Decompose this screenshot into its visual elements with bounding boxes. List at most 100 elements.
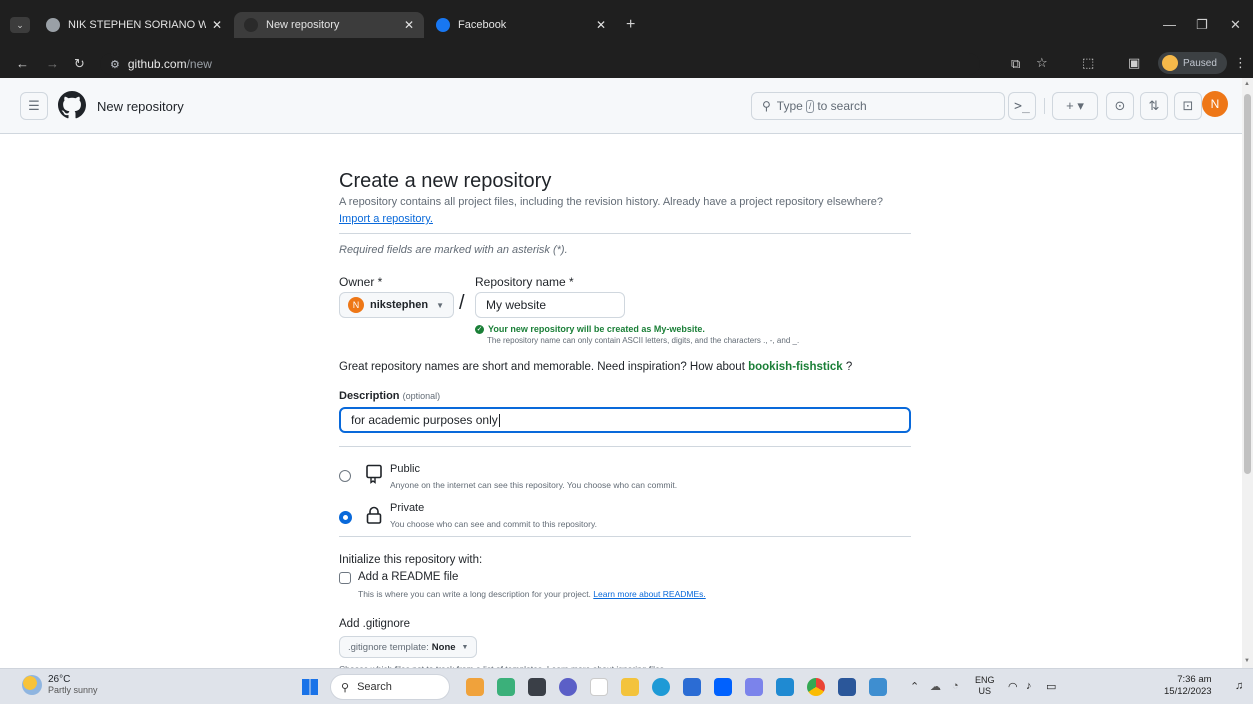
success-message: ✓ Your new repository will be created as… xyxy=(475,324,705,334)
vscode-icon[interactable] xyxy=(776,678,794,696)
search-suffix: to search xyxy=(817,99,867,113)
tab-portfolio[interactable]: NIK STEPHEN SORIANO WEBSI ✕ xyxy=(36,12,232,38)
scroll-down-icon[interactable]: ▼ xyxy=(1244,658,1250,664)
close-window-icon[interactable]: ✕ xyxy=(1230,18,1241,31)
inbox-icon[interactable]: ⊡ xyxy=(1174,92,1202,120)
description-value: for academic purposes only xyxy=(351,413,498,427)
restore-icon[interactable]: ❐ xyxy=(1196,18,1208,31)
back-icon[interactable]: ← xyxy=(16,57,29,70)
chrome-icon[interactable] xyxy=(807,678,825,696)
profile-button[interactable]: Paused xyxy=(1158,52,1227,74)
name-rules: The repository name can only contain ASC… xyxy=(487,336,800,345)
close-tab-icon[interactable]: ✕ xyxy=(596,18,606,32)
readme-checkbox[interactable] xyxy=(339,572,351,584)
clock-date: 15/12/2023 xyxy=(1164,686,1212,697)
private-radio[interactable] xyxy=(339,511,352,524)
address-bar[interactable]: ⚙ github.com/new xyxy=(100,53,980,75)
tab-title: New repository xyxy=(266,19,340,31)
language-indicator[interactable]: ENG US xyxy=(975,675,995,697)
file-explorer-icon[interactable] xyxy=(621,678,639,696)
new-tab-icon[interactable]: + xyxy=(626,17,635,33)
tray-chevron-icon[interactable]: ⌃ xyxy=(910,680,919,693)
tray-app-icon[interactable]: ◔ xyxy=(952,680,959,692)
minimize-icon[interactable]: — xyxy=(1163,18,1176,31)
import-repository-link[interactable]: Import a repository. xyxy=(339,213,433,225)
amazon-icon[interactable] xyxy=(590,678,608,696)
close-tab-icon[interactable]: ✕ xyxy=(212,18,222,32)
public-radio[interactable] xyxy=(339,470,351,482)
hamburger-menu-button[interactable]: ☰ xyxy=(20,92,48,120)
required-note: Required fields are marked with an aster… xyxy=(339,244,568,256)
taskbar-search-box[interactable]: ⚲ Search xyxy=(330,674,450,700)
store-icon[interactable] xyxy=(683,678,701,696)
forward-icon[interactable]: → xyxy=(46,57,59,70)
bookmark-star-icon[interactable]: ☆ xyxy=(1036,56,1048,69)
public-description: Anyone on the internet can see this repo… xyxy=(390,480,678,490)
extensions-icon[interactable]: ⬚ xyxy=(1082,56,1094,69)
repo-name-value: My website xyxy=(486,298,547,312)
menu-dots-icon[interactable]: ⋮ xyxy=(1234,56,1247,69)
teams-icon[interactable] xyxy=(745,678,763,696)
site-settings-icon[interactable]: ⧉ xyxy=(1011,57,1020,70)
search-icon: ⚲ xyxy=(341,681,350,694)
gitignore-template-select[interactable]: .gitignore template: None ▼ xyxy=(339,636,478,658)
sun-cloud-icon xyxy=(22,675,42,695)
dropbox-icon[interactable] xyxy=(714,678,732,696)
success-text: Your new repository will be created as M… xyxy=(488,324,705,334)
side-panel-icon[interactable]: ▣ xyxy=(1128,56,1140,69)
description-input[interactable]: for academic purposes only xyxy=(339,407,911,433)
copilot-icon[interactable] xyxy=(497,678,515,696)
wifi-icon[interactable]: ◠ xyxy=(1008,680,1018,693)
readme-learn-more-link[interactable]: Learn more about READMEs. xyxy=(593,589,705,599)
github-header: ☰ New repository ⚲ Type / to search >_ +… xyxy=(0,78,1242,134)
header-divider xyxy=(1044,98,1045,114)
slash-separator: / xyxy=(459,292,465,314)
photos-icon[interactable] xyxy=(869,678,887,696)
site-info-icon[interactable]: ⚙ xyxy=(110,58,120,71)
command-palette-button[interactable]: >_ xyxy=(1008,92,1036,120)
suggested-name[interactable]: bookish-fishstick xyxy=(748,361,843,373)
volume-icon[interactable]: ♪ xyxy=(1026,680,1032,692)
divider xyxy=(339,446,911,447)
pull-requests-icon[interactable]: ⇅ xyxy=(1140,92,1168,120)
browser-tab-bar: ⌄ NIK STEPHEN SORIANO WEBSI ✕ New reposi… xyxy=(0,0,1253,50)
issues-icon[interactable]: ⊙ xyxy=(1106,92,1134,120)
clock[interactable]: 7:36 am 15/12/2023 xyxy=(1164,674,1212,698)
edge-icon[interactable] xyxy=(652,678,670,696)
page-scrollbar[interactable]: ▲ ▼ xyxy=(1242,78,1253,668)
windows-start-icon[interactable] xyxy=(302,679,318,695)
github-logo-icon[interactable] xyxy=(58,91,86,119)
chevron-down-icon: ▼ xyxy=(461,643,469,651)
search-input[interactable]: ⚲ Type / to search xyxy=(751,92,1005,120)
tab-facebook[interactable]: Facebook ✕ xyxy=(426,12,616,38)
owner-select[interactable]: N nikstephen ▼ xyxy=(339,292,454,318)
repo-name-input[interactable]: My website xyxy=(475,292,625,318)
tab-search-icon[interactable]: ⌄ xyxy=(10,17,30,33)
user-avatar[interactable]: N xyxy=(1202,91,1228,117)
weather-widget[interactable]: 26°C Partly sunny xyxy=(22,674,98,696)
windows-taskbar: 26°C Partly sunny ⚲ Search ⌃ ☁ ◔ ENG US … xyxy=(0,668,1253,704)
readme-desc-text: This is where you can write a long descr… xyxy=(358,589,591,599)
taskbar-search-label: Search xyxy=(357,681,392,693)
public-label: Public xyxy=(390,463,420,475)
tab-title: NIK STEPHEN SORIANO WEBSI xyxy=(68,19,206,31)
create-new-button[interactable]: + ▾ xyxy=(1052,92,1098,120)
language-code: ENG xyxy=(975,675,995,685)
scroll-up-icon[interactable]: ▲ xyxy=(1244,81,1250,87)
text-cursor xyxy=(498,413,500,427)
globe-icon xyxy=(46,18,60,32)
notification-bell-icon[interactable]: ♫ xyxy=(1235,680,1243,692)
chat-icon[interactable] xyxy=(559,678,577,696)
check-circle-icon: ✓ xyxy=(475,324,484,334)
scrollbar-thumb[interactable] xyxy=(1244,94,1251,474)
widgets-icon[interactable] xyxy=(466,678,484,696)
close-tab-icon[interactable]: ✕ xyxy=(404,18,414,32)
word-icon[interactable] xyxy=(838,678,856,696)
task-view-icon[interactable] xyxy=(528,678,546,696)
tray-app-icon[interactable]: ☁ xyxy=(930,680,941,693)
private-label: Private xyxy=(390,502,425,514)
reload-icon[interactable]: ↻ xyxy=(74,57,85,70)
tab-new-repository[interactable]: New repository ✕ xyxy=(234,12,424,38)
battery-icon[interactable]: ▭ xyxy=(1046,680,1056,693)
form-title: Create a new repository xyxy=(339,170,552,192)
